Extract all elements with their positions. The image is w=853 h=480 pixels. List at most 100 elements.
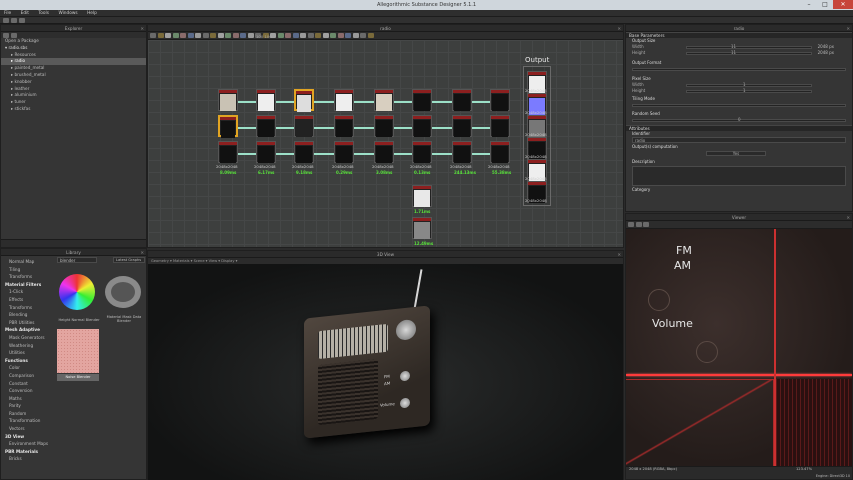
- graph-node[interactable]: [374, 141, 394, 163]
- graph-tool-icon[interactable]: [285, 33, 291, 38]
- graph-node[interactable]: [256, 141, 276, 163]
- library-category[interactable]: Bricks: [3, 455, 55, 463]
- package-root[interactable]: ▾ radio.sbs: [1, 45, 146, 52]
- graph-node[interactable]: [412, 89, 432, 111]
- graph-tool-icon[interactable]: [292, 33, 299, 38]
- pixel-width-slider[interactable]: [686, 83, 812, 87]
- library-category[interactable]: Constant: [3, 380, 55, 388]
- close-icon[interactable]: ✕: [846, 25, 850, 32]
- graph-node[interactable]: [374, 89, 394, 111]
- library-category[interactable]: Comparison: [3, 372, 55, 380]
- output-format-select[interactable]: [632, 67, 846, 71]
- graph-tool-icon[interactable]: [150, 33, 156, 38]
- close-icon[interactable]: ✕: [846, 214, 850, 221]
- library-category[interactable]: Normal Map: [3, 258, 55, 266]
- fit-icon[interactable]: [635, 222, 642, 227]
- library-category[interactable]: Transformation: [3, 417, 55, 425]
- library-category[interactable]: 1-Click: [3, 288, 55, 296]
- graph-tool-icon[interactable]: [202, 33, 209, 38]
- explorer-item[interactable]: ▸ aluminium: [1, 92, 146, 99]
- explorer-item[interactable]: ▸ tuner: [1, 99, 146, 106]
- graph-tool-icon[interactable]: [157, 33, 164, 38]
- graph-node[interactable]: [452, 115, 472, 137]
- explorer-item[interactable]: ▸ stickfas: [1, 106, 146, 113]
- graph-tool-icon[interactable]: [315, 33, 321, 38]
- library-category[interactable]: Effects: [3, 296, 55, 304]
- graph-node[interactable]: [256, 115, 276, 137]
- graph-tool-icon[interactable]: [180, 33, 186, 38]
- graph-node[interactable]: [490, 141, 510, 163]
- library-category[interactable]: Material Filters: [3, 281, 55, 289]
- library-category[interactable]: Tiling: [3, 266, 55, 274]
- close-icon[interactable]: ✕: [140, 25, 144, 32]
- graph-node[interactable]: [294, 141, 314, 163]
- graph-node[interactable]: [452, 141, 472, 163]
- explorer-item[interactable]: ▸ brushed_metal: [1, 72, 146, 79]
- tile-icon[interactable]: [643, 222, 649, 227]
- library-filter-select[interactable]: Latest Graphs: [113, 257, 145, 263]
- save-icon[interactable]: [19, 18, 25, 23]
- output-format-dropdown[interactable]: [626, 66, 852, 72]
- menu-edit[interactable]: Edit: [17, 10, 33, 17]
- close-icon[interactable]: ✕: [833, 0, 853, 9]
- graph-tool-icon[interactable]: [247, 33, 254, 38]
- texture-preview[interactable]: FM AM Volume: [626, 229, 852, 466]
- graph-node[interactable]: [490, 89, 510, 111]
- library-category[interactable]: Mask Generators: [3, 334, 55, 342]
- graph-tool-icon[interactable]: [225, 33, 231, 38]
- graph-tool-icon[interactable]: [210, 33, 216, 38]
- open-icon[interactable]: [11, 18, 17, 23]
- graph-node[interactable]: [256, 89, 276, 111]
- library-category[interactable]: Color: [3, 364, 55, 372]
- explorer-item[interactable]: ▸ knobber: [1, 79, 146, 86]
- tiling-mode-dropdown[interactable]: [626, 102, 852, 108]
- graph-tool-icon[interactable]: [300, 33, 306, 38]
- menu-help[interactable]: Help: [83, 10, 101, 17]
- graph-tool-icon[interactable]: [277, 33, 284, 38]
- 3d-viewport[interactable]: FM AM Volume: [148, 264, 623, 480]
- graph-node[interactable]: [294, 89, 314, 112]
- noise-blender-thumbnail[interactable]: [57, 329, 99, 373]
- identifier-input[interactable]: radio: [632, 137, 846, 143]
- library-category[interactable]: Utilities: [3, 349, 55, 357]
- graph-tool-icon[interactable]: [240, 33, 246, 38]
- graph-node[interactable]: [218, 141, 238, 163]
- graph-node[interactable]: [452, 89, 472, 111]
- library-search-input[interactable]: blender: [57, 257, 97, 263]
- library-category[interactable]: Functions: [3, 357, 55, 365]
- explorer-item[interactable]: ▸ radio: [1, 58, 146, 66]
- material-mask-thumbnail[interactable]: [105, 276, 141, 308]
- library-category[interactable]: Weathering: [3, 342, 55, 350]
- graph-tool-icon[interactable]: [330, 33, 336, 38]
- new-icon[interactable]: [3, 18, 9, 23]
- explorer-item[interactable]: ▸ painted_metal: [1, 65, 146, 72]
- folder-icon[interactable]: [3, 32, 9, 38]
- graph-tool-icon[interactable]: [345, 33, 351, 38]
- maximize-icon[interactable]: □: [817, 0, 833, 9]
- library-category[interactable]: PBR Utilities: [3, 319, 55, 327]
- graph-tool-icon[interactable]: [217, 33, 224, 38]
- graph-tool-icon[interactable]: [195, 33, 201, 38]
- graph-node[interactable]: [490, 115, 510, 137]
- library-category[interactable]: Environment Maps: [3, 440, 55, 448]
- menu-tools[interactable]: Tools: [34, 10, 53, 17]
- graph-node[interactable]: [412, 141, 432, 163]
- close-icon[interactable]: ✕: [140, 249, 144, 256]
- width-slider[interactable]: [686, 45, 812, 49]
- identifier-field[interactable]: radio: [626, 137, 852, 143]
- graph-tool-icon[interactable]: [352, 33, 359, 38]
- graph-tool-icon[interactable]: [187, 33, 194, 38]
- close-icon[interactable]: ✕: [617, 25, 621, 32]
- graph-tool-icon[interactable]: [172, 33, 179, 38]
- menu-file[interactable]: File: [0, 10, 15, 17]
- graph-node[interactable]: [218, 115, 238, 138]
- normal-blender-thumbnail[interactable]: [59, 274, 95, 310]
- graph-node[interactable]: [374, 115, 394, 137]
- minimize-icon[interactable]: –: [801, 0, 817, 9]
- graph-tool-icon[interactable]: [337, 33, 344, 38]
- graph-node[interactable]: [412, 217, 432, 239]
- library-category[interactable]: Blending: [3, 311, 55, 319]
- library-category[interactable]: Transforms: [3, 273, 55, 281]
- graph-tool-icon[interactable]: [232, 33, 239, 38]
- graph-tool-icon[interactable]: [360, 33, 366, 38]
